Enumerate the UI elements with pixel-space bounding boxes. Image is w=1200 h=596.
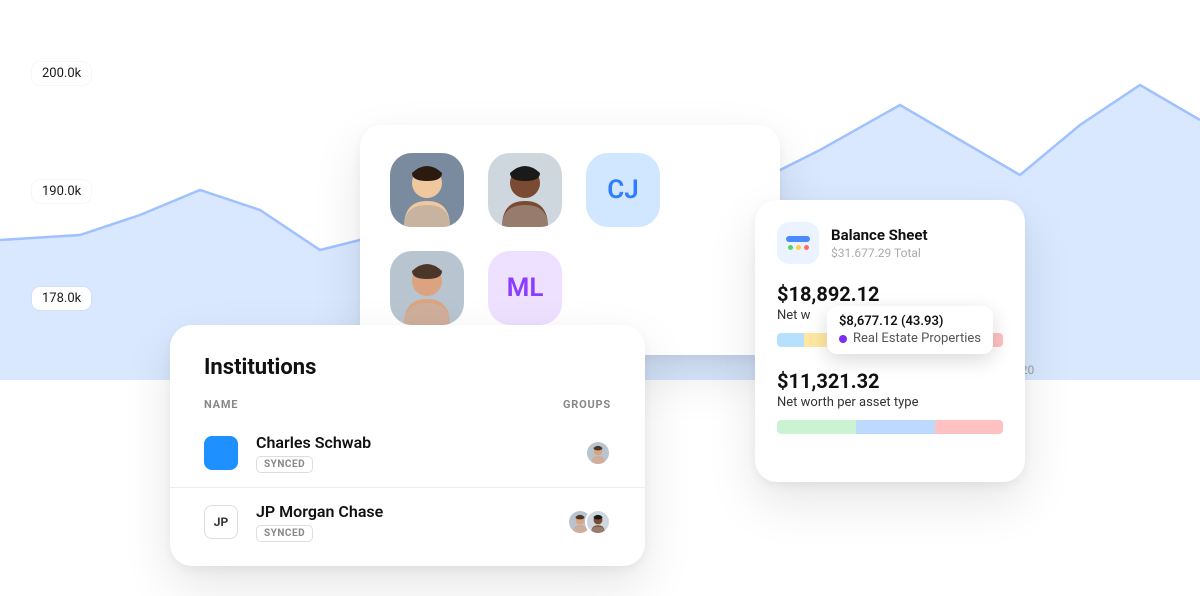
institution-name: JP Morgan Chase: [256, 502, 549, 521]
y-axis-tick: 190.0k: [32, 180, 91, 203]
balance-section: $11,321.32 Net worth per asset type: [777, 369, 1003, 434]
section-amount: $11,321.32: [777, 369, 1003, 393]
avatar-cj[interactable]: CJ: [586, 153, 660, 227]
people-card: CJ ML: [360, 125, 780, 355]
tooltip-label: Real Estate Properties: [839, 331, 981, 346]
sync-status-badge: SYNCED: [256, 525, 313, 542]
stacked-bar[interactable]: [777, 420, 1003, 434]
group-member-avatar: [585, 440, 611, 466]
avatar-2[interactable]: [488, 153, 562, 227]
institutions-title: Institutions: [170, 355, 645, 398]
institution-logo: JP: [204, 505, 238, 539]
sync-status-badge: SYNCED: [256, 456, 313, 473]
bar-segment[interactable]: [935, 420, 1003, 434]
institutions-card: Institutions NAME GROUPS Charles Schwab S…: [170, 325, 645, 566]
institution-row[interactable]: Charles Schwab SYNCED: [170, 419, 645, 487]
bar-segment[interactable]: [777, 420, 856, 434]
section-amount: $18,892.12: [777, 282, 1003, 306]
balance-sheet-title: Balance Sheet: [831, 226, 928, 244]
institution-name: Charles Schwab: [256, 433, 567, 452]
group-avatars: [585, 440, 611, 466]
institution-logo: [204, 436, 238, 470]
group-member-avatar: [585, 509, 611, 535]
balance-sheet-total: $31.677.29 Total: [831, 246, 928, 260]
column-name: NAME: [204, 398, 563, 411]
column-groups: GROUPS: [563, 398, 611, 411]
tooltip-value: $8,677.12 (43.93): [839, 314, 981, 329]
bar-segment[interactable]: [777, 333, 804, 347]
avatar-4[interactable]: [390, 251, 464, 325]
institutions-table-header: NAME GROUPS: [170, 398, 645, 419]
y-axis-tick: 200.0k: [32, 62, 91, 85]
group-avatars: [567, 509, 611, 535]
segment-tooltip: $8,677.12 (43.93) Real Estate Properties: [827, 306, 993, 354]
balance-section: $18,892.12Net w$8,677.12 (43.93)Real Est…: [777, 282, 1003, 347]
section-label: Net worth per asset type: [777, 395, 1003, 410]
avatar-1[interactable]: [390, 153, 464, 227]
balance-sheet-icon: [777, 222, 819, 264]
institution-row[interactable]: JP JP Morgan Chase SYNCED: [170, 487, 645, 556]
avatar-ml[interactable]: ML: [488, 251, 562, 325]
y-axis-tick: 178.0k: [32, 287, 91, 310]
bar-segment[interactable]: [856, 420, 935, 434]
balance-sheet-card: Balance Sheet $31.677.29 Total $18,892.1…: [755, 200, 1025, 482]
